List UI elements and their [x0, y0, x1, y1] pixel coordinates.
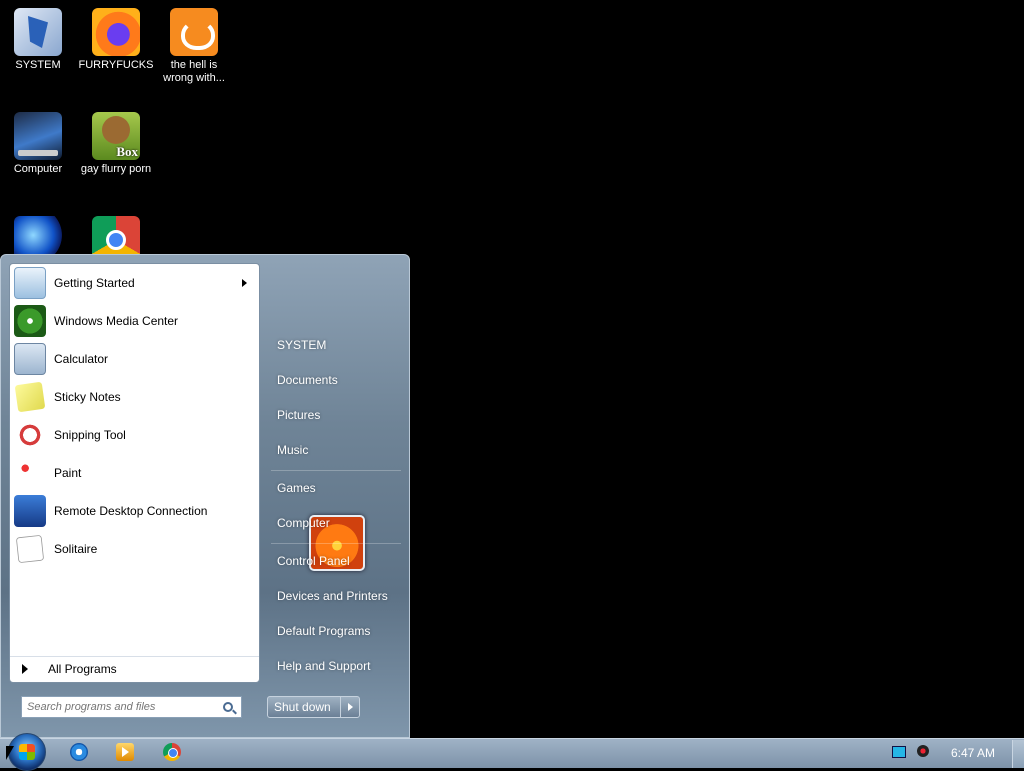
separator	[271, 543, 401, 544]
separator	[271, 470, 401, 471]
program-sticky-notes[interactable]: Sticky Notes	[12, 379, 257, 415]
desktop-icon-uc-browser[interactable]: the hell is wrong with...	[156, 8, 232, 85]
program-label: Sticky Notes	[54, 390, 121, 404]
sticky-notes-icon	[14, 381, 46, 413]
all-programs-label: All Programs	[48, 662, 117, 676]
search-icon[interactable]	[223, 702, 233, 712]
shutdown-button[interactable]: Shut down	[267, 696, 341, 718]
link-games[interactable]: Games	[277, 481, 316, 495]
program-snipping-tool[interactable]: Snipping Tool	[12, 417, 257, 453]
box-app-icon	[92, 112, 140, 160]
calculator-icon	[14, 343, 46, 375]
program-remote-desktop[interactable]: Remote Desktop Connection	[12, 493, 257, 529]
expand-arrow-icon	[22, 664, 28, 674]
start-menu: Getting Started Windows Media Center Cal…	[0, 254, 410, 738]
search-box[interactable]	[21, 696, 242, 718]
program-label: Calculator	[54, 352, 109, 366]
submenu-arrow-icon	[242, 279, 247, 287]
link-default-programs[interactable]: Default Programs	[277, 624, 370, 638]
computer-icon	[14, 112, 62, 160]
link-computer[interactable]: Computer	[277, 516, 330, 530]
desktop-icon-label: the hell is wrong with...	[163, 59, 225, 84]
program-label: Remote Desktop Connection	[54, 504, 208, 518]
program-windows-media-center[interactable]: Windows Media Center	[12, 303, 257, 339]
network-icon[interactable]	[892, 746, 906, 758]
desktop-icon-label: FURRYFUCKS	[78, 59, 154, 71]
mouse-cursor-icon	[6, 746, 14, 760]
desktop-icon-box[interactable]: gay flurry porn	[78, 112, 154, 176]
chrome-icon[interactable]	[163, 743, 181, 761]
search-input[interactable]	[22, 700, 223, 714]
media-player-icon[interactable]	[116, 743, 134, 761]
program-solitaire[interactable]: Solitaire	[12, 531, 257, 567]
program-getting-started[interactable]: Getting Started	[12, 265, 257, 301]
program-label: Solitaire	[54, 542, 98, 556]
desktop-icon-system[interactable]: SYSTEM	[0, 8, 76, 72]
link-control-panel[interactable]: Control Panel	[277, 554, 350, 568]
ie-icon[interactable]	[70, 743, 88, 761]
uc-browser-icon	[170, 8, 218, 56]
paint-icon	[14, 457, 46, 489]
program-label: Windows Media Center	[54, 314, 179, 328]
link-help-support[interactable]: Help and Support	[277, 659, 370, 673]
all-programs-button[interactable]: All Programs	[10, 656, 259, 681]
remote-desktop-icon	[14, 495, 46, 527]
start-menu-programs-pane: Getting Started Windows Media Center Cal…	[9, 263, 260, 683]
program-label: Snipping Tool	[54, 428, 126, 442]
desktop-icon-label: gay flurry porn	[80, 163, 152, 175]
solitaire-icon	[15, 534, 45, 564]
link-user-folder[interactable]: SYSTEM	[277, 338, 326, 352]
show-desktop-button[interactable]	[1012, 740, 1024, 768]
volume-icon[interactable]	[917, 745, 929, 757]
firefox-icon	[92, 8, 140, 56]
shutdown-options-button[interactable]	[340, 696, 360, 718]
getting-started-icon	[14, 267, 46, 299]
link-music[interactable]: Music	[277, 443, 308, 457]
program-label: Paint	[54, 466, 82, 480]
media-center-icon	[14, 305, 46, 337]
clock[interactable]: 6:47 AM	[951, 746, 995, 760]
program-paint[interactable]: Paint	[12, 455, 257, 491]
program-label: Getting Started	[54, 276, 135, 290]
link-pictures[interactable]: Pictures	[277, 408, 320, 422]
link-devices-printers[interactable]: Devices and Printers	[277, 589, 388, 603]
system-icon	[14, 8, 62, 56]
program-calculator[interactable]: Calculator	[12, 341, 257, 377]
desktop-icon-label: SYSTEM	[15, 59, 61, 71]
snipping-tool-icon	[14, 419, 46, 451]
link-documents[interactable]: Documents	[277, 373, 338, 387]
desktop-icon-firefox[interactable]: FURRYFUCKS	[78, 8, 154, 72]
desktop-icon-computer[interactable]: Computer	[0, 112, 76, 176]
taskbar	[0, 738, 1024, 768]
desktop-icon-label: Computer	[13, 163, 63, 175]
